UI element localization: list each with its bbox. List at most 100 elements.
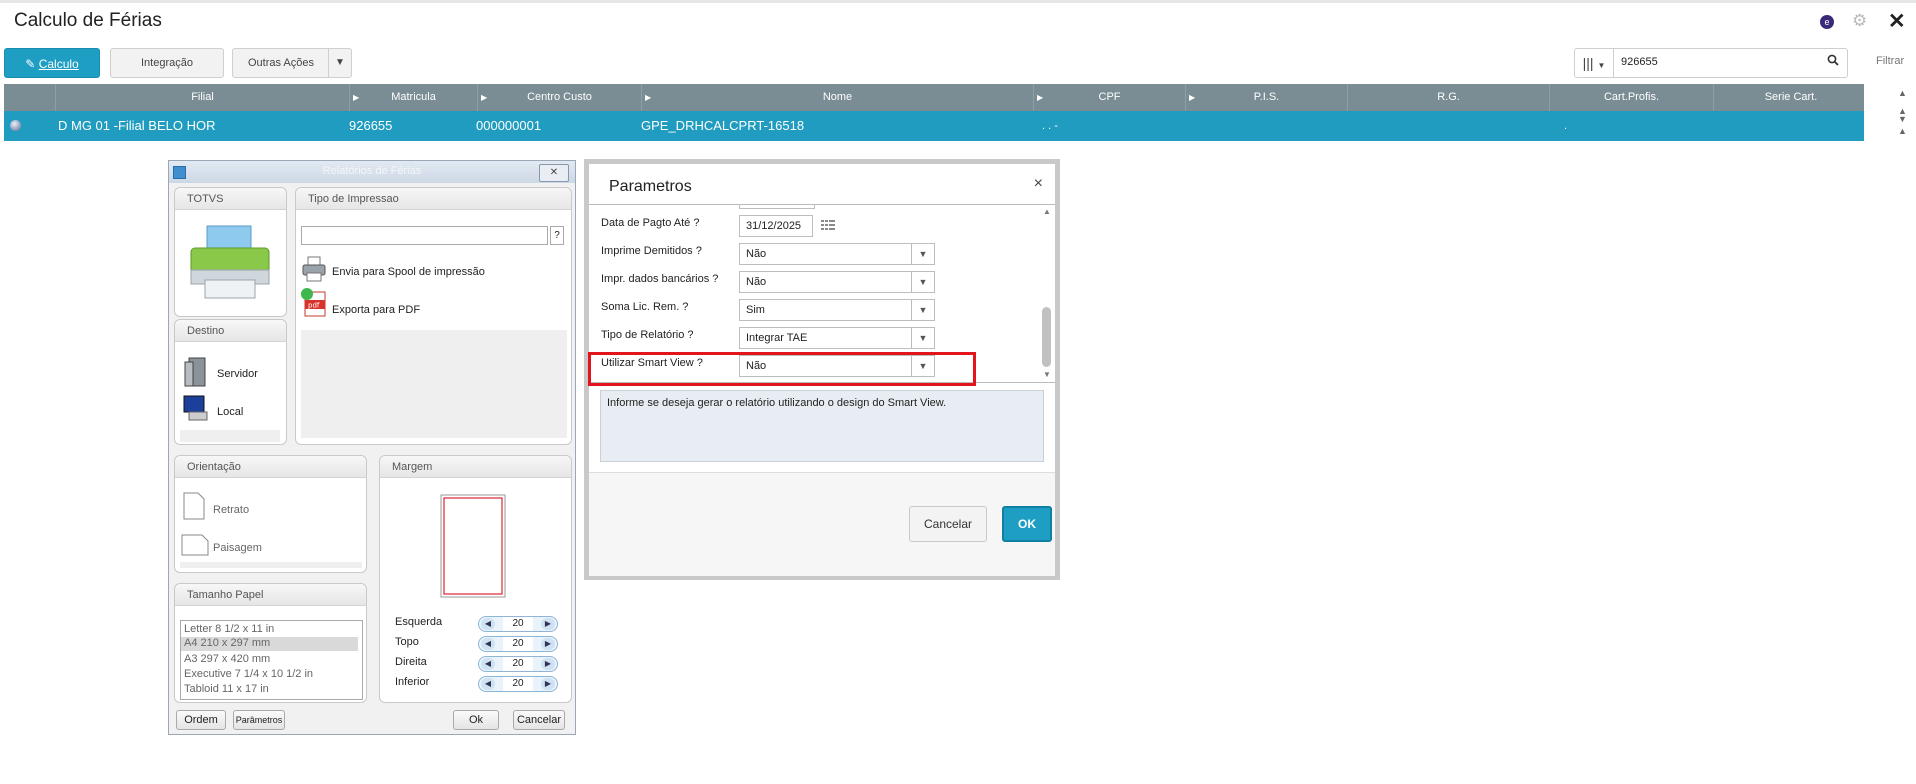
tipo-relatorio-select[interactable]: Integrar TAE ▼ — [739, 327, 935, 349]
arrow-left-icon[interactable]: ◀ — [481, 678, 495, 690]
param-label: Data de Pagto Até ? — [601, 217, 700, 229]
col-serie-cart[interactable]: Serie Cart. — [1714, 84, 1868, 111]
ok-button[interactable]: OK — [1002, 506, 1052, 542]
local-option[interactable]: Local — [217, 406, 243, 418]
grid-scrollbar[interactable]: ▲ ▲ ▼ ▲ — [1894, 86, 1914, 142]
list-item[interactable]: Letter 8 1/2 x 11 in — [184, 623, 274, 635]
arrow-left-icon[interactable]: ◀ — [481, 638, 495, 650]
margem-label: Margem — [380, 456, 571, 478]
margin-inferior-stepper[interactable]: ◀ 20 ▶ — [478, 676, 558, 692]
servidor-option[interactable]: Servidor — [217, 368, 258, 380]
help-box: Informe se deseja gerar o relatório util… — [600, 390, 1044, 462]
scroll-up-icon[interactable]: ▲ — [1043, 207, 1051, 216]
relatorios-window: Relatórios de Férias ✕ TOTVS Tipo de Imp… — [168, 160, 576, 735]
spool-option[interactable]: Envia para Spool de impressão — [332, 266, 485, 278]
filtrar-link[interactable]: Filtrar — [1876, 55, 1904, 67]
parameters-scrollbar[interactable]: ▲ ▼ — [1039, 205, 1055, 382]
top-border — [0, 0, 1916, 3]
col-rg[interactable]: R.G. — [1348, 84, 1550, 111]
calendar-icon[interactable] — [821, 219, 835, 233]
col-rg-label: R.G. — [1437, 91, 1460, 103]
arrow-right-icon[interactable]: ▶ — [541, 618, 555, 630]
arrow-left-icon[interactable]: ◀ — [481, 618, 495, 630]
scroll-down-icon[interactable]: ▼ — [1898, 114, 1907, 124]
arrow-right-icon[interactable]: ▶ — [541, 658, 555, 670]
col-cpf-label: CPF — [1098, 91, 1121, 103]
margin-value[interactable]: 20 — [503, 657, 533, 671]
parametros-button[interactable]: Parâmetros — [233, 710, 285, 730]
pdf-icon: pdf — [301, 288, 326, 317]
search-box[interactable]: ||| ▼ 926655 — [1574, 48, 1848, 78]
list-item[interactable]: A4 210 x 297 mm — [181, 637, 358, 651]
outras-acoes-label: Outras Ações — [247, 57, 315, 69]
chevron-down-icon[interactable]: ▼ — [328, 49, 351, 77]
select-value: Não — [746, 248, 767, 260]
col-matricula[interactable]: ▶ Matricula — [350, 84, 478, 111]
chevron-down-icon[interactable]: ▼ — [911, 328, 934, 348]
search-icon[interactable] — [1827, 54, 1839, 66]
relatorios-titlebar[interactable]: Relatórios de Férias ✕ — [169, 161, 575, 183]
col-cart-profis[interactable]: Cart.Profis. — [1550, 84, 1714, 111]
col-nome[interactable]: ▶ Nome — [642, 84, 1034, 111]
close-icon[interactable]: × — [1034, 175, 1043, 193]
margin-topo-stepper[interactable]: ◀ 20 ▶ — [478, 636, 558, 652]
scroll-up-icon[interactable]: ▲ — [1898, 88, 1907, 98]
arrow-right-icon[interactable]: ▶ — [541, 638, 555, 650]
printer-icon — [190, 225, 270, 299]
retrato-option[interactable]: Retrato — [213, 504, 249, 516]
columns-selector[interactable]: ||| ▼ — [1575, 49, 1614, 77]
close-icon[interactable]: ✕ — [539, 164, 569, 182]
chevron-down-icon[interactable]: ▼ — [911, 244, 934, 264]
cancelar-button[interactable]: Cancelar — [909, 506, 987, 542]
paisagem-option[interactable]: Paisagem — [213, 542, 262, 554]
margin-value[interactable]: 20 — [503, 617, 533, 631]
scroll-down-icon[interactable]: ▼ — [1043, 370, 1051, 379]
chevron-down-icon[interactable]: ▼ — [911, 272, 934, 292]
calculo-button[interactable]: ✎ Calculo — [4, 48, 100, 78]
calculo-label: Calculo — [38, 57, 79, 71]
col-pis[interactable]: ▶ P.I.S. — [1186, 84, 1348, 111]
list-item[interactable]: Executive 7 1/4 x 10 1/2 in — [184, 668, 313, 680]
table-row[interactable]: D MG 01 -Filial BELO HOR 926655 00000000… — [4, 111, 1864, 141]
scroll-up-icon[interactable]: ▲ — [1898, 126, 1907, 136]
col-centro-custo[interactable]: ▶ Centro Custo — [478, 84, 642, 111]
arrow-right-icon[interactable]: ▶ — [541, 678, 555, 690]
close-icon[interactable]: ✕ — [1888, 9, 1906, 34]
ordem-button[interactable]: Ordem — [176, 710, 226, 730]
help-button[interactable]: ? — [550, 226, 564, 245]
cell-cpf: . . - — [1042, 120, 1058, 132]
gear-icon[interactable]: ⚙ — [1852, 11, 1867, 31]
list-item[interactable]: A3 297 x 420 mm — [184, 653, 270, 665]
margin-value[interactable]: 20 — [503, 677, 533, 691]
cell-matricula: 926655 — [349, 118, 393, 133]
col-filial[interactable]: Filial — [56, 84, 350, 111]
data-pagto-field[interactable]: 31/12/2025 — [739, 215, 813, 237]
impr-dados-bancarios-select[interactable]: Não ▼ — [739, 271, 935, 293]
tipo-impressao-input[interactable] — [301, 226, 548, 245]
soma-lic-rem-select[interactable]: Sim ▼ — [739, 299, 935, 321]
col-filial-label: Filial — [191, 91, 214, 103]
margin-direita-stepper[interactable]: ◀ 20 ▶ — [478, 656, 558, 672]
arrow-left-icon[interactable]: ◀ — [481, 658, 495, 670]
parametros-dialog-frame: Parametros × Data de Pagto Até ? 31/12/2… — [584, 159, 1060, 580]
col-cpf[interactable]: ▶ CPF — [1034, 84, 1186, 111]
list-item[interactable]: Tabloid 11 x 17 in — [184, 683, 269, 695]
integracao-button[interactable]: Integração — [110, 48, 224, 78]
outras-acoes-button[interactable]: Outras Ações ▼ — [232, 48, 352, 78]
environment-icon[interactable]: e — [1820, 15, 1834, 29]
paper-size-list[interactable]: Letter 8 1/2 x 11 in A4 210 x 297 mm A3 … — [180, 620, 363, 700]
spool-printer-icon — [302, 256, 326, 282]
pdf-option[interactable]: Exporta para PDF — [332, 304, 420, 316]
imprime-demitidos-select[interactable]: Não ▼ — [739, 243, 935, 265]
param-label: Tipo de Relatório ? — [601, 329, 694, 341]
margin-esquerda-stepper[interactable]: ◀ 20 ▶ — [478, 616, 558, 632]
search-input[interactable]: 926655 — [1621, 56, 1658, 68]
ok-button[interactable]: Ok — [453, 710, 499, 730]
col-nome-label: Nome — [822, 91, 853, 103]
partial-field — [739, 205, 815, 209]
margin-label: Inferior — [395, 676, 430, 688]
cancelar-button[interactable]: Cancelar — [513, 710, 565, 730]
scroll-thumb[interactable] — [1042, 307, 1051, 367]
chevron-down-icon[interactable]: ▼ — [911, 300, 934, 320]
margin-value[interactable]: 20 — [503, 637, 533, 651]
